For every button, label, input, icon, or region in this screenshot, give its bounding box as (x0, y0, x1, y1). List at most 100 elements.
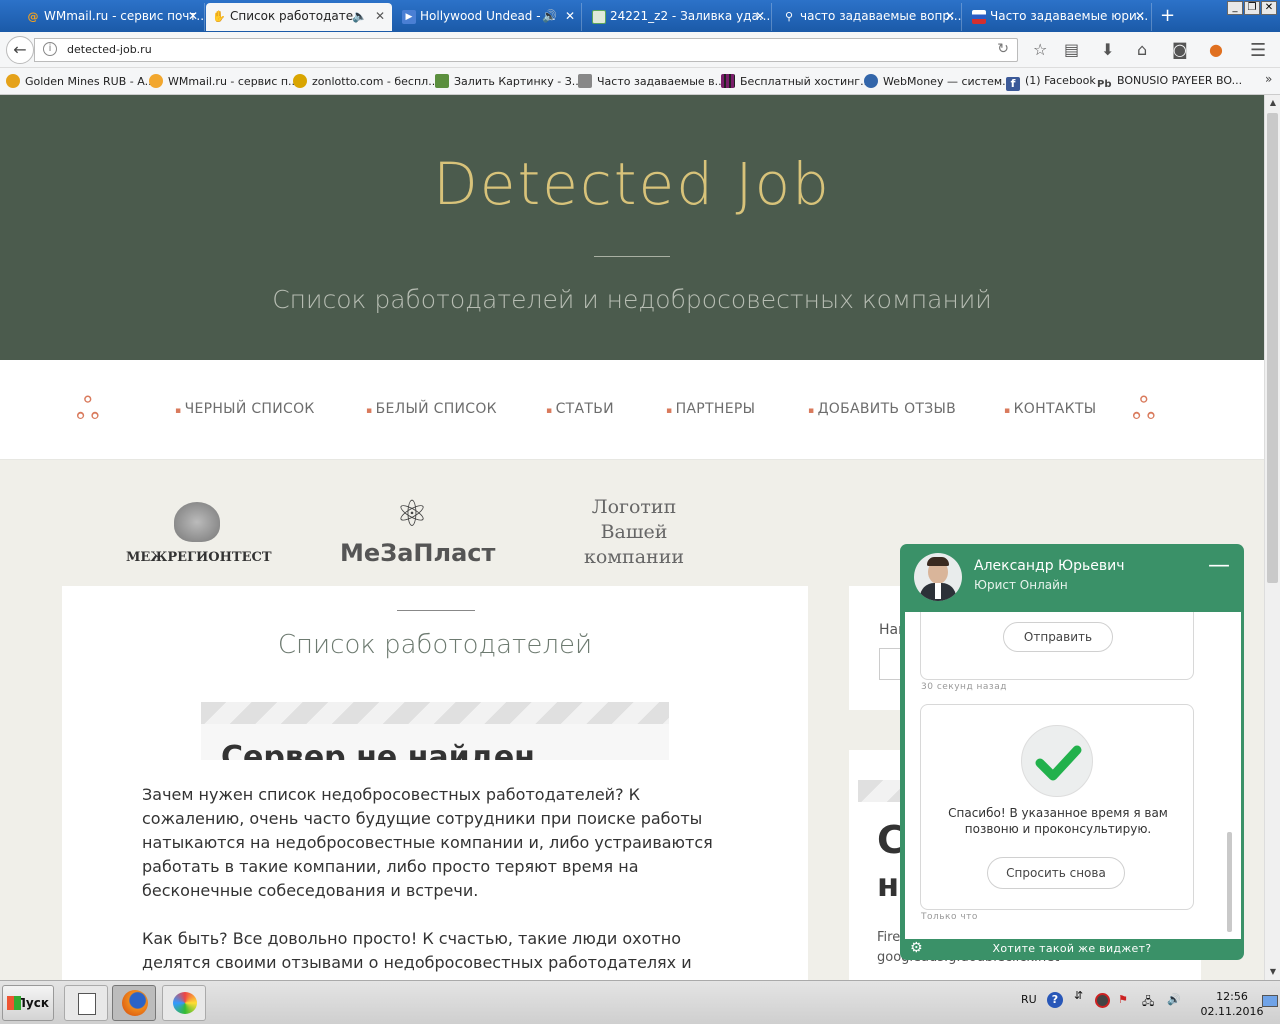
scroll-up-icon[interactable]: ▲ (1265, 95, 1280, 111)
taskbar-app-firefox[interactable] (112, 985, 156, 1021)
url-text[interactable]: detected-job.ru (67, 43, 152, 56)
system-clock[interactable]: 12:56 02.11.2016 (1196, 989, 1268, 1019)
page-icon (578, 74, 592, 88)
back-button[interactable]: ← (6, 36, 34, 64)
facebook-icon: f (1006, 77, 1020, 91)
tray-arrows-icon[interactable]: ⇵ (1074, 989, 1083, 1002)
download-icon[interactable]: ⬇ (1101, 40, 1114, 59)
volume-icon[interactable]: 🔊 (1167, 993, 1181, 1006)
chat-messages: Отправить 30 секунд назад Спасибо! В ука… (905, 612, 1241, 939)
bookmark-item[interactable]: Часто задаваемые в... (578, 74, 725, 88)
chat-scrollbar[interactable] (1227, 832, 1232, 932)
menu-item-whitelist[interactable]: БЕЛЫЙ СПИСОК (366, 401, 497, 417)
show-desktop-icon[interactable] (1262, 995, 1278, 1007)
restore-window-icon[interactable]: ❐ (1244, 1, 1260, 15)
sync-icon[interactable]: ● (1209, 40, 1223, 59)
reload-icon[interactable]: ↻ (997, 41, 1009, 57)
minimize-window-icon[interactable]: _ (1227, 1, 1243, 15)
close-tab-icon[interactable]: ✕ (565, 3, 575, 29)
flag-alert-icon[interactable]: ⚑ (1118, 993, 1128, 1006)
bookmark-item[interactable]: f (1) Facebook (1006, 74, 1096, 91)
taskbar-app-paint[interactable] (162, 985, 206, 1021)
home-icon[interactable]: ⌂ (1137, 40, 1147, 59)
flag-icon (972, 10, 986, 24)
menu-item-partners[interactable]: ПАРТНЕРЫ (666, 401, 755, 417)
send-button[interactable]: Отправить (1003, 622, 1113, 652)
image-icon (592, 10, 606, 24)
network-icon[interactable]: 🖧 (1142, 993, 1154, 1012)
close-window-icon[interactable]: ✕ (1261, 1, 1277, 15)
header-divider (594, 256, 670, 257)
widget-promo-link[interactable]: Хотите такой же виджет? (900, 942, 1244, 955)
menu-item-blacklist[interactable]: ЧЕРНЫЙ СПИСОК (175, 401, 315, 417)
menu-item-add-review[interactable]: ДОБАВИТЬ ОТЗЫВ (808, 401, 956, 417)
close-tab-icon[interactable]: ✕ (188, 3, 198, 29)
menu-item-contacts[interactable]: КОНТАКТЫ (1004, 401, 1097, 417)
new-tab-button[interactable]: + (1160, 5, 1175, 26)
ad-error-heading-2: н (877, 866, 900, 904)
bookmarks-overflow-icon[interactable]: » (1265, 72, 1272, 86)
screen: @ WMmail.ru - сервис почт... ✕ ✋ Список … (0, 0, 1280, 1024)
language-indicator[interactable]: RU (1021, 993, 1037, 1006)
close-tab-icon[interactable]: ✕ (1135, 3, 1145, 29)
antivirus-icon[interactable] (1095, 993, 1110, 1008)
tab-detected-job[interactable]: ✋ Список работодате... 🔈 ✕ (206, 3, 392, 31)
agent-name: Александр Юрьевич (974, 558, 1125, 574)
pocket-icon[interactable]: ◙ (1172, 40, 1188, 59)
browser-navbar: i detected-job.ru ↻ ← ☆ ▤ ⬇ ⌂ ◙ ● ☰ (0, 32, 1280, 68)
site-title[interactable]: Detected Job (0, 150, 1264, 218)
lawyer-chat-widget: Александр Юрьевич Юрист Онлайн — Отправи… (900, 544, 1244, 960)
speaker-icon[interactable]: 🔊 (542, 3, 557, 29)
confirmation-bubble: Спасибо! В указанное время я вам позвоню… (920, 704, 1194, 910)
taskbar-app-calculator[interactable] (64, 985, 108, 1021)
ornament-right-icon: ஃ (1132, 392, 1156, 427)
logo-mezhregiontest[interactable]: МЕЖРЕГИОНТЕСТ (126, 500, 272, 570)
minimize-chat-icon[interactable]: — (1208, 554, 1230, 578)
error-heading: Сервер не найден (221, 740, 535, 760)
bookmark-item[interactable]: Залить Картинку - З... (435, 74, 582, 88)
info-icon[interactable]: i (43, 42, 57, 56)
checkmark-icon (1021, 725, 1093, 797)
menu-item-articles[interactable]: СТАТЬИ (546, 401, 614, 417)
logo-placeholder[interactable]: Логотип Вашей компании (560, 495, 708, 570)
site-subtitle: Список работодателей и недобросовестных … (272, 285, 992, 314)
image-icon (435, 74, 449, 88)
help-icon[interactable]: ? (1047, 992, 1063, 1008)
bookmark-item[interactable]: Бесплатный хостинг... (721, 74, 871, 88)
ornament-left-icon: ஃ (76, 392, 100, 427)
paint-palette-icon (173, 992, 197, 1014)
eagle-emblem-icon (174, 502, 220, 542)
ask-again-button[interactable]: Спросить снова (987, 857, 1125, 889)
at-icon: @ (27, 10, 39, 23)
bookmark-item[interactable]: Golden Mines RUB - A... (6, 74, 155, 88)
intro-paragraph: Зачем нужен список недобросовестных рабо… (142, 785, 713, 900)
logo-mezaplast[interactable]: ⚛ МеЗаПласт (340, 495, 495, 570)
bookmark-item[interactable]: zonlotto.com - беспл... (293, 74, 439, 88)
page-scrollbar[interactable]: ▲ ▼ (1264, 95, 1280, 980)
tab-faq-legal[interactable]: Часто задаваемые юри... ✕ (966, 3, 1152, 31)
scrollbar-thumb[interactable] (1267, 113, 1278, 583)
menu-icon[interactable]: ☰ (1250, 40, 1266, 61)
close-tab-icon[interactable]: ✕ (755, 3, 765, 29)
tab-wmmail[interactable]: @ WMmail.ru - сервис почт... ✕ (20, 3, 205, 31)
tab-faq-search[interactable]: ⚲ часто задаваемые вопр... ✕ (776, 3, 962, 31)
bookmark-star-icon[interactable]: ☆ (1033, 40, 1047, 59)
document-icon (78, 993, 96, 1015)
start-button[interactable]: Пуск (2, 985, 54, 1021)
bookmark-item[interactable]: Pb BONUSIO PAYEER BO... (1097, 74, 1242, 93)
speaker-muted-icon[interactable]: 🔈 (352, 3, 367, 29)
confirmation-text: Спасибо! В указанное время я вам позвоню… (948, 806, 1168, 836)
gear-icon[interactable]: ⚙ (910, 940, 923, 956)
hand-icon: ✋ (212, 10, 226, 23)
tab-zalivka[interactable]: 24221_z2 - Заливка уда... ✕ (586, 3, 772, 31)
tab-hollywood-undead[interactable]: ▶ Hollywood Undead - ... 🔊 ✕ (396, 3, 582, 31)
scroll-down-icon[interactable]: ▼ (1265, 964, 1280, 980)
close-tab-icon[interactable]: ✕ (375, 3, 385, 29)
bookmark-item[interactable]: WMmail.ru - сервис п... (149, 74, 299, 88)
address-bar[interactable]: i detected-job.ru ↻ (34, 38, 1018, 62)
lotto-icon (293, 74, 307, 88)
site-header: Detected Job Список работодателей и недо… (0, 95, 1264, 360)
bookmark-item[interactable]: WebMoney — систем... (864, 74, 1013, 88)
close-tab-icon[interactable]: ✕ (945, 3, 955, 29)
reading-list-icon[interactable]: ▤ (1064, 40, 1079, 59)
